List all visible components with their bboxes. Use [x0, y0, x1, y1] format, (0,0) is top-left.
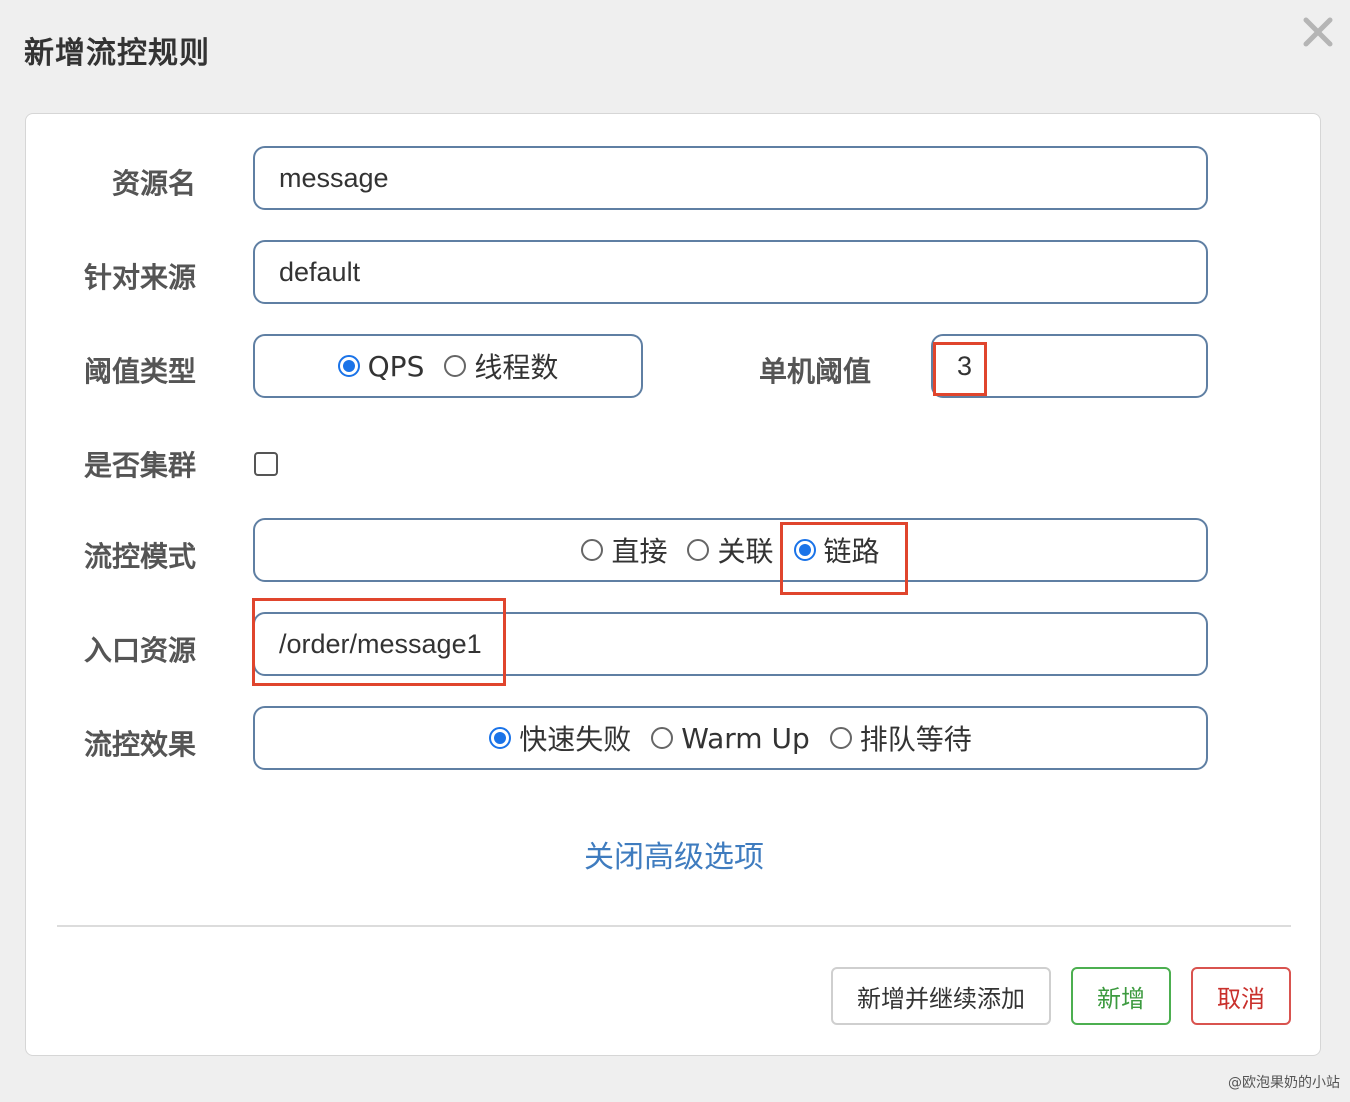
behavior-option-queue[interactable]: 排队等待	[829, 718, 972, 758]
limit-app-label: 针对来源	[83, 261, 196, 294]
grade-option-label: 线程数	[474, 351, 559, 384]
strategy-label: 流控模式	[83, 540, 196, 573]
count-input[interactable]	[933, 336, 1206, 396]
radio-unchecked-icon	[651, 727, 674, 749]
footer-divider	[57, 925, 1291, 927]
advanced-options-toggle-link[interactable]: 关闭高级选项	[26, 832, 1322, 876]
grade-option-thread[interactable]: 线程数	[444, 346, 558, 386]
dialog-title: 新增流控规则	[24, 36, 210, 71]
radio-unchecked-icon	[829, 727, 852, 749]
radio-unchecked-icon	[581, 539, 604, 561]
limit-app-field[interactable]	[253, 240, 1208, 304]
strategy-option-direct[interactable]: 直接	[581, 530, 667, 570]
form-panel: 资源名 针对来源 阈值类型 QPS 线程数 单机阈值	[25, 113, 1321, 1056]
strategy-option-label: 直接	[611, 535, 668, 568]
behavior-option-warm-up[interactable]: Warm Up	[651, 722, 810, 755]
ref-resource-field[interactable]	[253, 612, 1208, 676]
behavior-option-fail-fast[interactable]: 快速失败	[489, 718, 631, 758]
resource-name-label: 资源名	[111, 167, 196, 200]
behavior-option-label: 快速失败	[519, 723, 632, 756]
radio-checked-icon	[337, 355, 360, 377]
strategy-option-relate[interactable]: 关联	[687, 530, 774, 570]
ref-resource-label: 入口资源	[83, 634, 196, 667]
strategy-option-chain[interactable]: 链路	[793, 530, 880, 570]
count-label: 单机阈值	[758, 355, 871, 388]
ref-resource-input[interactable]	[255, 614, 1206, 674]
strategy-radio-group: 直接 关联 链路	[253, 518, 1208, 582]
grade-option-label: QPS	[367, 349, 425, 383]
add-and-continue-button[interactable]: 新增并继续添加	[831, 967, 1051, 1025]
radio-checked-icon	[793, 539, 816, 561]
radio-checked-icon	[489, 727, 512, 749]
cancel-button[interactable]: 取消	[1191, 967, 1291, 1025]
grade-label: 阈值类型	[83, 355, 196, 388]
control-behavior-radio-group: 快速失败 Warm Up 排队等待	[253, 706, 1208, 770]
grade-option-qps[interactable]: QPS	[337, 349, 425, 383]
radio-unchecked-icon	[444, 355, 467, 377]
add-button[interactable]: 新增	[1071, 967, 1171, 1025]
strategy-option-label: 链路	[823, 535, 880, 568]
resource-name-input[interactable]	[255, 148, 1206, 208]
limit-app-input[interactable]	[255, 242, 1206, 302]
grade-radio-group: QPS 线程数	[253, 334, 643, 398]
behavior-option-label: Warm Up	[681, 721, 810, 755]
watermark: @欧泡果奶的小站	[1228, 1075, 1340, 1091]
cluster-checkbox[interactable]	[254, 452, 278, 476]
control-behavior-label: 流控效果	[83, 728, 196, 761]
count-field[interactable]	[931, 334, 1208, 398]
close-icon[interactable]	[1300, 14, 1336, 50]
cluster-label: 是否集群	[83, 449, 196, 482]
resource-name-field[interactable]	[253, 146, 1208, 210]
radio-unchecked-icon	[687, 539, 710, 561]
behavior-option-label: 排队等待	[859, 723, 972, 756]
strategy-option-label: 关联	[717, 535, 774, 568]
